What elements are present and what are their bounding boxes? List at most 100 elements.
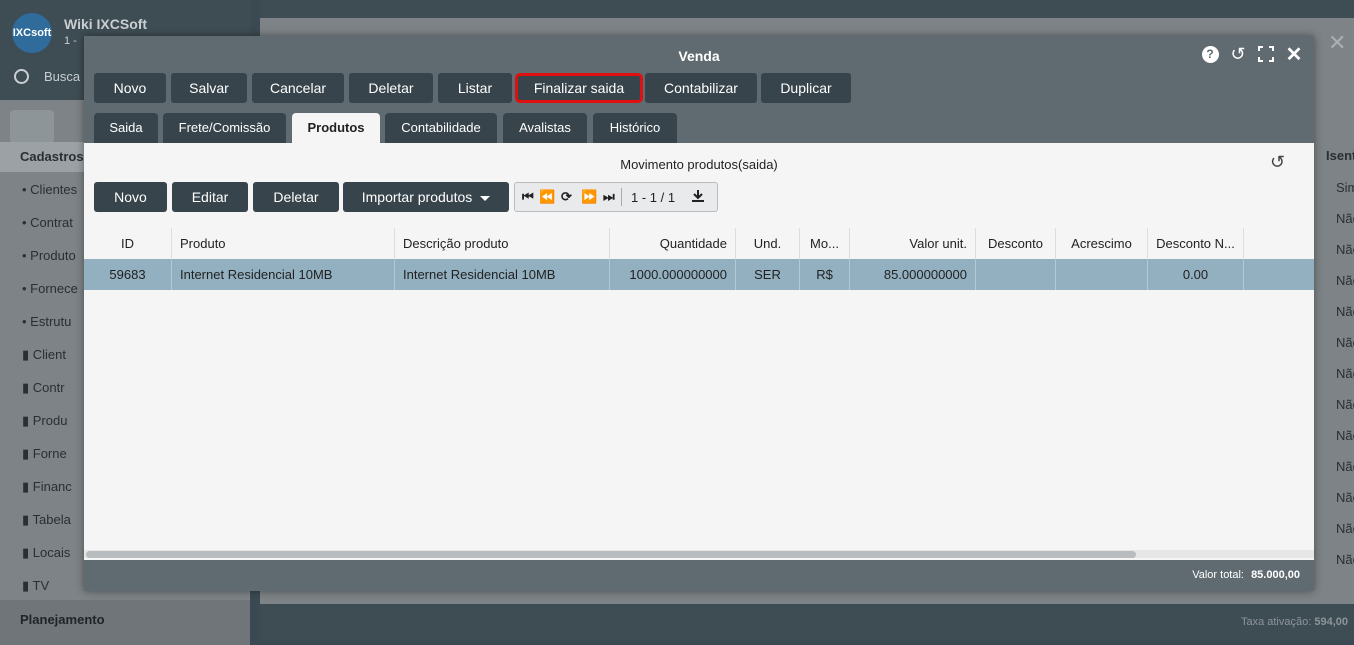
background-column-cell: Não: [1336, 335, 1354, 350]
app-subtitle: 1 -: [64, 35, 77, 47]
sidebar-item[interactable]: • Produto: [22, 248, 76, 263]
background-close-icon[interactable]: ✕: [1328, 30, 1346, 56]
column-header-quantidade[interactable]: Quantidade: [610, 228, 736, 260]
background-column-cell: Não: [1336, 521, 1354, 536]
refresh-icon[interactable]: ⟳: [561, 189, 572, 205]
sidebar-list-tab-icon[interactable]: [10, 110, 54, 142]
grid-deletar-button[interactable]: Deletar: [253, 182, 339, 212]
column-header-id[interactable]: ID: [84, 228, 172, 260]
pager: ⏮ ⏪ ⟳ ⏩ ⏭ 1 - 1 / 1: [514, 182, 718, 212]
cell-und: SER: [736, 259, 800, 290]
modal-title: Venda: [678, 48, 720, 64]
first-page-icon[interactable]: ⏮: [522, 189, 534, 205]
background-column-cell: Não: [1336, 490, 1354, 505]
tab-saida[interactable]: Saida: [94, 113, 158, 143]
app-title: Wiki IXCSoft: [64, 16, 148, 32]
column-header-moeda[interactable]: Mo...: [800, 228, 850, 260]
tab-frete-comissao[interactable]: Frete/Comissão: [163, 113, 286, 143]
sidebar-folder[interactable]: ▮ Contr: [22, 380, 65, 396]
app-logo: IXCsoft: [12, 13, 52, 53]
cell-moeda: R$: [800, 259, 850, 290]
close-icon[interactable]: ✕: [1284, 44, 1304, 66]
grid-title: Movimento produtos(saida): [620, 157, 778, 172]
importar-produtos-button[interactable]: Importar produtos: [343, 182, 509, 212]
help-icon[interactable]: ?: [1200, 44, 1220, 64]
background-column-cell: Não: [1336, 304, 1354, 319]
cell-descricao: Internet Residencial 10MB: [395, 259, 610, 290]
background-column-cell: Não: [1336, 211, 1354, 226]
sidebar-folder[interactable]: ▮ Locais: [22, 545, 70, 561]
expand-icon[interactable]: [1256, 44, 1276, 64]
total-label: Valor total:: [1192, 569, 1244, 581]
cell-valor-unit: 85.000000000: [850, 259, 976, 290]
background-column-cell: Sim: [1336, 180, 1354, 195]
cell-produto: Internet Residencial 10MB: [172, 259, 395, 290]
background-column-cell: Não: [1336, 397, 1354, 412]
last-page-icon[interactable]: ⏭: [603, 189, 615, 205]
background-column-cell: Não: [1336, 552, 1354, 567]
sidebar-folder[interactable]: ▮ TV: [22, 578, 49, 594]
sidebar-item[interactable]: • Fornece: [22, 281, 78, 296]
download-icon[interactable]: [691, 189, 705, 206]
next-page-icon[interactable]: ⏩: [581, 189, 597, 205]
listar-button[interactable]: Listar: [438, 73, 512, 103]
background-column-cell: Não: [1336, 459, 1354, 474]
prev-page-icon[interactable]: ⏪: [539, 189, 555, 205]
scrollbar-thumb[interactable]: [86, 551, 1136, 558]
sidebar-item[interactable]: • Estrutu: [22, 314, 71, 329]
sidebar-section-planejamento[interactable]: Planejamento: [0, 600, 250, 645]
horizontal-scrollbar[interactable]: [84, 550, 1314, 558]
sidebar-folder[interactable]: ▮ Financ: [22, 479, 72, 495]
venda-modal: Venda ? ↺ ✕ Novo Salvar Cancelar Deletar…: [84, 36, 1314, 591]
background-column-header: Isent: [1326, 148, 1354, 163]
history-icon[interactable]: ↺: [1228, 44, 1248, 64]
sidebar-folder[interactable]: ▮ Tabela: [22, 512, 71, 528]
cancelar-button[interactable]: Cancelar: [252, 73, 344, 103]
column-header-und[interactable]: Und.: [736, 228, 800, 260]
grid-history-icon[interactable]: ↺: [1270, 152, 1285, 173]
tab-contabilidade[interactable]: Contabilidade: [385, 113, 497, 143]
column-header-desconto[interactable]: Desconto: [976, 228, 1056, 260]
background-column-cell: Não: [1336, 366, 1354, 381]
caret-down-icon: [480, 195, 491, 201]
grid-header: ID Produto Descrição produto Quantidade …: [84, 228, 1314, 260]
sidebar-item[interactable]: • Clientes: [22, 182, 77, 197]
taxa-ativacao: Taxa ativação: 594,00: [1240, 616, 1348, 628]
cell-desconto-n: 0.00: [1148, 259, 1244, 290]
duplicar-button[interactable]: Duplicar: [761, 73, 851, 103]
finalizar-saida-button[interactable]: Finalizar saida: [515, 73, 643, 103]
column-header-produto[interactable]: Produto: [172, 228, 395, 260]
pager-separator: [621, 188, 622, 206]
novo-button[interactable]: Novo: [94, 73, 166, 103]
tab-historico[interactable]: Histórico: [593, 113, 677, 143]
contabilizar-button[interactable]: Contabilizar: [645, 73, 757, 103]
tab-produtos[interactable]: Produtos: [292, 113, 380, 143]
grid-novo-button[interactable]: Novo: [94, 182, 167, 212]
salvar-button[interactable]: Salvar: [171, 73, 247, 103]
cell-id: 59683: [84, 259, 172, 290]
column-header-acrescimo[interactable]: Acrescimo: [1056, 228, 1148, 260]
column-header-valor-unit[interactable]: Valor unit.: [850, 228, 976, 260]
pager-info: 1 - 1 / 1: [631, 190, 676, 205]
background-footer: [260, 604, 1354, 640]
grid-editar-button[interactable]: Editar: [172, 182, 248, 212]
modal-header: Venda ? ↺ ✕ Novo Salvar Cancelar Deletar…: [84, 36, 1314, 143]
deletar-button[interactable]: Deletar: [349, 73, 433, 103]
sidebar-folder[interactable]: ▮ Forne: [22, 446, 67, 462]
background-column-cell: Não: [1336, 273, 1354, 288]
tab-avalistas[interactable]: Avalistas: [503, 113, 587, 143]
sidebar-folder[interactable]: ▮ Client: [22, 347, 66, 363]
background-column-cell: Não: [1336, 428, 1354, 443]
modal-footer: Valor total: 85.000,00: [84, 560, 1314, 591]
cell-quantidade: 1000.000000000: [610, 259, 736, 290]
cell-acrescimo: [1056, 259, 1148, 290]
total-value: 85.000,00: [1251, 569, 1300, 581]
background-topbar: [260, 0, 1354, 18]
cell-desconto: [976, 259, 1056, 290]
column-header-descricao[interactable]: Descrição produto: [395, 228, 610, 260]
column-header-desconto-n[interactable]: Desconto N...: [1148, 228, 1244, 260]
background-column-cell: Não: [1336, 242, 1354, 257]
table-row[interactable]: 59683 Internet Residencial 10MB Internet…: [84, 259, 1314, 290]
sidebar-item[interactable]: • Contrat: [22, 215, 73, 230]
sidebar-folder[interactable]: ▮ Produ: [22, 413, 67, 429]
